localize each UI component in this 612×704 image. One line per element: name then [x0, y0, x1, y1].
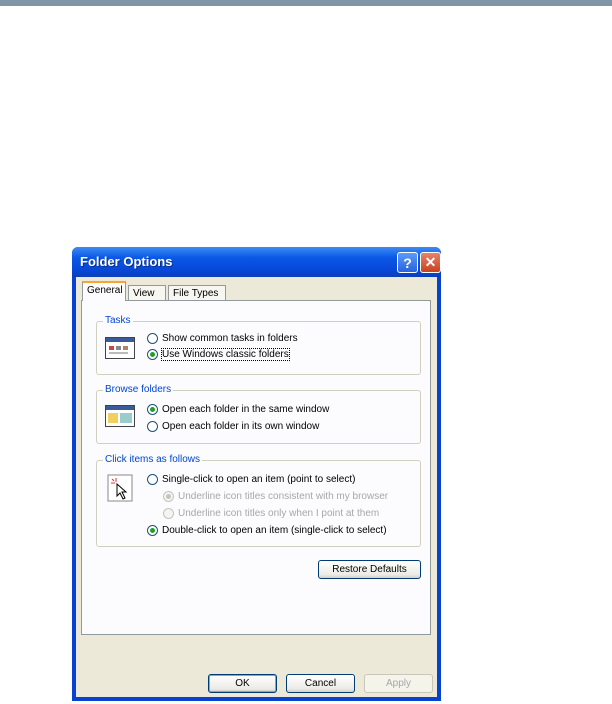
- radio-circle[interactable]: [147, 349, 158, 360]
- dialog-client-area: General View File Types Tasks Show commo…: [76, 277, 437, 697]
- folder-options-dialog: Folder Options ? ✕ General View File Typ…: [72, 247, 441, 701]
- browse-group-label: Browse folders: [103, 384, 174, 395]
- radio-circle[interactable]: [147, 525, 158, 536]
- folder-window-icon: [105, 405, 135, 427]
- close-button[interactable]: ✕: [420, 252, 441, 273]
- radio-label: Underline icon titles only when I point …: [178, 508, 380, 519]
- click-items-group: Click items as follows Single-click to o…: [96, 454, 421, 547]
- radio-underline-point: Underline icon titles only when I point …: [163, 508, 379, 519]
- radio-circle[interactable]: [147, 474, 158, 485]
- apply-button: Apply: [364, 674, 433, 693]
- radio-circle[interactable]: [147, 421, 158, 432]
- radio-use-classic-folders[interactable]: Use Windows classic folders: [147, 348, 290, 361]
- browse-folders-group: Browse folders Open each folder in the s…: [96, 384, 421, 444]
- radio-own-window[interactable]: Open each folder in its own window: [147, 421, 319, 432]
- radio-circle: [163, 508, 174, 519]
- tab-file-types-label: File Types: [173, 288, 219, 299]
- help-icon: ?: [403, 254, 412, 271]
- close-icon: ✕: [424, 254, 437, 270]
- radio-single-click[interactable]: Single-click to open an item (point to s…: [147, 474, 355, 485]
- tab-general[interactable]: General: [82, 281, 126, 301]
- tab-view[interactable]: View: [128, 285, 166, 301]
- radio-show-common-tasks[interactable]: Show common tasks in folders: [147, 333, 298, 344]
- click-group-label: Click items as follows: [103, 454, 203, 465]
- tab-general-label: General: [87, 285, 123, 296]
- radio-label: Single-click to open an item (point to s…: [162, 474, 356, 485]
- pointer-click-icon: [107, 474, 133, 502]
- window-title: Folder Options: [80, 254, 173, 269]
- radio-circle[interactable]: [147, 333, 158, 344]
- restore-defaults-button[interactable]: Restore Defaults: [318, 560, 421, 579]
- ok-button[interactable]: OK: [208, 674, 277, 693]
- radio-label: Open each folder in the same window: [162, 404, 330, 415]
- folder-window-icon: [105, 337, 135, 359]
- title-bar[interactable]: Folder Options ? ✕: [72, 247, 441, 277]
- tab-file-types[interactable]: File Types: [168, 285, 226, 301]
- radio-circle: [163, 491, 174, 502]
- tab-view-label: View: [133, 288, 155, 299]
- tasks-group-label: Tasks: [103, 315, 133, 326]
- radio-label: Open each folder in its own window: [162, 421, 320, 432]
- tasks-group: Tasks Show common tasks in folders Use W…: [96, 315, 421, 375]
- tab-page-general: Tasks Show common tasks in folders Use W…: [81, 300, 431, 635]
- radio-double-click[interactable]: Double-click to open an item (single-cli…: [147, 525, 387, 536]
- radio-underline-browser: Underline icon titles consistent with my…: [163, 491, 388, 502]
- radio-same-window[interactable]: Open each folder in the same window: [147, 404, 329, 415]
- cancel-button[interactable]: Cancel: [286, 674, 355, 693]
- radio-circle[interactable]: [147, 404, 158, 415]
- radio-label: Show common tasks in folders: [162, 333, 298, 344]
- radio-label: Use Windows classic folders: [161, 348, 290, 361]
- radio-label: Underline icon titles consistent with my…: [178, 491, 389, 502]
- help-button[interactable]: ?: [397, 252, 418, 273]
- radio-label: Double-click to open an item (single-cli…: [162, 525, 387, 536]
- page-top-bar: [0, 0, 612, 6]
